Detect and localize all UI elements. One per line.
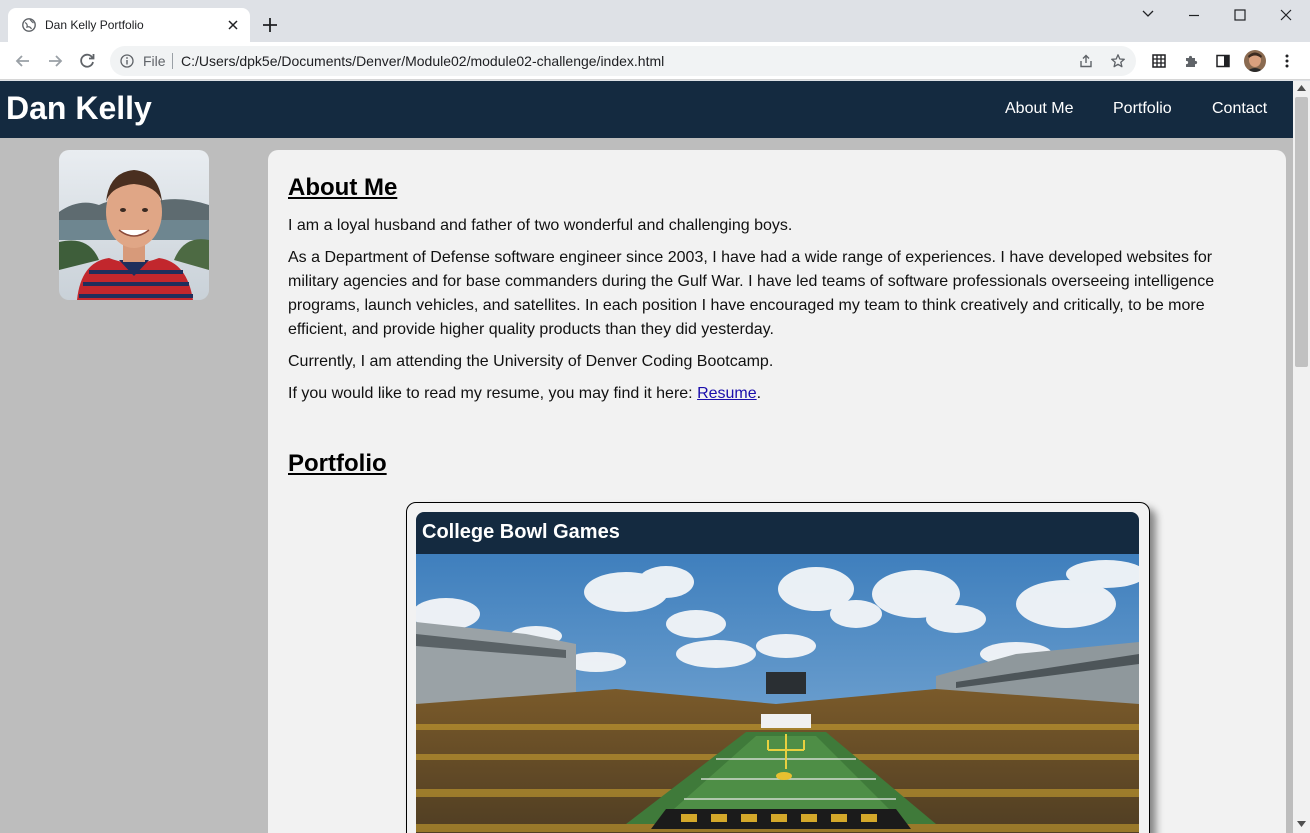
url-text[interactable]: C:/Users/dpk5e/Documents/Denver/Module02… [181, 53, 664, 69]
nav-link-about-me[interactable]: About Me [1005, 100, 1073, 118]
maximize-icon[interactable] [1217, 0, 1263, 32]
share-icon[interactable] [1078, 53, 1094, 69]
nav-link-contact[interactable]: Contact [1212, 100, 1267, 118]
reload-icon[interactable] [76, 50, 98, 72]
puzzle-icon[interactable] [1183, 53, 1199, 69]
about-paragraph-3: Currently, I am attending the University… [288, 353, 774, 370]
site-title[interactable]: Dan Kelly [6, 90, 152, 127]
minimize-icon[interactable] [1171, 0, 1217, 32]
about-me-heading: About Me [288, 174, 398, 201]
scroll-thumb[interactable] [1295, 97, 1308, 367]
resume-link[interactable]: Resume [697, 385, 757, 402]
globe-icon [22, 18, 36, 32]
resume-intro-text: If you would like to read my resume, you… [288, 385, 698, 402]
resume-trailing-period: . [756, 385, 762, 402]
profile-avatar-image [1244, 50, 1266, 72]
plus-icon[interactable] [260, 15, 280, 35]
profile-photo [59, 150, 209, 300]
project-title: College Bowl Games [422, 521, 620, 543]
project-card-college-bowl-games[interactable]: College Bowl Games [416, 512, 1139, 833]
project-stadium-image[interactable] [416, 554, 1139, 833]
chevron-down-icon[interactable] [1125, 0, 1171, 32]
site-header: Dan Kelly About Me Portfolio Contact [0, 81, 1293, 138]
kebab-menu-icon[interactable] [1279, 53, 1295, 69]
page-viewport: Dan Kelly About Me Portfolio Contact Abo… [0, 81, 1293, 833]
forward-arrow-icon[interactable] [44, 50, 66, 72]
tab-title: Dan Kelly Portfolio [45, 18, 144, 32]
info-icon[interactable] [120, 54, 134, 68]
browser-toolbar: File C:/Users/dpk5e/Documents/Denver/Mod… [0, 42, 1310, 80]
profile-avatar[interactable] [1244, 50, 1266, 72]
star-icon[interactable] [1110, 53, 1126, 69]
main-content-card: About Me I am a loyal husband and father… [268, 150, 1286, 833]
side-panel-icon[interactable] [1215, 53, 1231, 69]
portfolio-heading: Portfolio [288, 450, 387, 477]
scheme-label: File [143, 53, 166, 69]
browser-tab-active[interactable]: Dan Kelly Portfolio [8, 8, 250, 42]
about-paragraph-4: If you would like to read my resume, you… [288, 382, 1228, 406]
back-arrow-icon[interactable] [12, 50, 34, 72]
close-icon[interactable] [1263, 0, 1309, 32]
scroll-up-arrow-icon[interactable] [1297, 85, 1306, 91]
about-paragraph-1: I am a loyal husband and father of two w… [288, 217, 793, 234]
project-title-bar: College Bowl Games [416, 512, 1139, 554]
scroll-down-arrow-icon[interactable] [1297, 821, 1306, 827]
project-frame: College Bowl Games [406, 502, 1150, 833]
address-bar[interactable]: File C:/Users/dpk5e/Documents/Denver/Mod… [110, 46, 1136, 76]
omnibox-divider [172, 53, 173, 69]
vertical-scrollbar[interactable] [1293, 81, 1310, 833]
about-paragraph-2: As a Department of Defense software engi… [288, 249, 1215, 338]
browser-tabstrip: Dan Kelly Portfolio [0, 0, 1310, 42]
close-icon[interactable] [224, 16, 242, 34]
grid-icon[interactable] [1151, 53, 1167, 69]
profile-photo-image [59, 150, 209, 300]
nav-link-portfolio[interactable]: Portfolio [1113, 100, 1172, 118]
